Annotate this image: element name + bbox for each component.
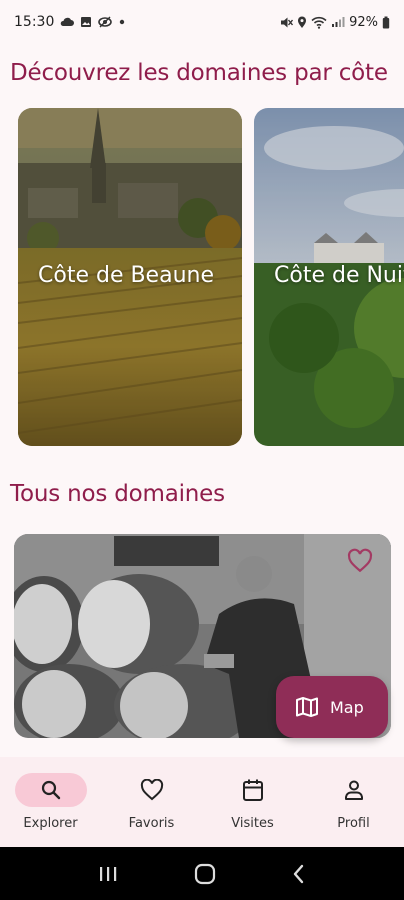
nav-active-pill (14, 773, 87, 807)
back-icon[interactable] (291, 864, 307, 884)
nav-label: Profil (337, 816, 370, 831)
heart-icon (140, 779, 163, 801)
map-button[interactable]: Map (276, 676, 388, 738)
map-button-label: Map (330, 697, 364, 717)
bottom-nav: Explorer Favoris Visites Profil (0, 757, 404, 847)
dot-icon (120, 19, 125, 25)
heart-icon[interactable] (347, 548, 373, 574)
recent-apps-icon[interactable] (97, 864, 119, 884)
nav-label: Favoris (128, 816, 175, 831)
home-icon[interactable] (194, 863, 216, 885)
location-icon (298, 16, 307, 28)
system-nav-bar (0, 847, 404, 900)
cloud-icon (61, 17, 75, 26)
battery-percent: 92% (349, 14, 378, 30)
cote-label: Côte de Beaune (38, 263, 214, 288)
signal-icon (332, 17, 345, 27)
map-icon (296, 697, 318, 717)
calendar-icon (242, 779, 263, 801)
search-icon (41, 780, 60, 800)
cote-carousel[interactable]: Côte de Beaune Côte de Nuits (0, 108, 404, 446)
wifi-icon (311, 16, 327, 29)
nav-item-explorer[interactable]: Explorer (0, 757, 101, 847)
cote-label: Côte de Nuits (274, 263, 404, 288)
status-bar: 15:30 92% (0, 0, 404, 44)
status-left: 15:30 (14, 14, 126, 30)
nav-label: Visites (231, 816, 274, 831)
status-time: 15:30 (14, 14, 55, 30)
status-right: 92% (280, 15, 390, 30)
section-title-cotes: Découvrez les domaines par côte (10, 60, 388, 86)
nav-label: Explorer (23, 816, 78, 831)
nav-item-favoris[interactable]: Favoris (101, 757, 202, 847)
nav-item-profil[interactable]: Profil (303, 757, 404, 847)
cote-card-nuits[interactable]: Côte de Nuits (254, 108, 404, 446)
battery-icon (382, 16, 390, 28)
eye-off-icon (98, 16, 113, 28)
section-title-domaines: Tous nos domaines (10, 481, 225, 507)
cote-card-beaune[interactable]: Côte de Beaune (18, 108, 242, 446)
nav-item-visites[interactable]: Visites (202, 757, 303, 847)
person-icon (344, 780, 363, 800)
image-icon (81, 17, 92, 27)
mute-icon (281, 17, 294, 27)
